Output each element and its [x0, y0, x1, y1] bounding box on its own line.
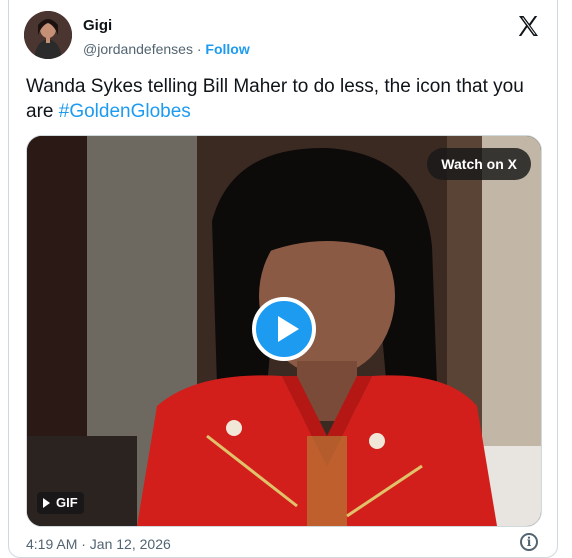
x-logo-icon[interactable]: [516, 14, 540, 38]
follow-button[interactable]: Follow: [205, 41, 249, 57]
tweet-text: Wanda Sykes telling Bill Maher to do les…: [26, 74, 536, 124]
author-handle[interactable]: @jordandefenses: [83, 41, 193, 57]
avatar-image: [24, 11, 72, 59]
tweet-card: Gigi @jordandefenses · Follow Wanda Syke…: [8, 0, 558, 558]
watch-on-x-button[interactable]: Watch on X: [427, 148, 531, 180]
gif-label: GIF: [56, 495, 78, 510]
gif-badge[interactable]: GIF: [37, 492, 84, 514]
play-small-icon: [43, 497, 50, 508]
hashtag-link[interactable]: #GoldenGlobes: [59, 101, 191, 122]
play-icon: [278, 316, 299, 342]
play-button[interactable]: [252, 297, 316, 361]
handle-row: @jordandefenses · Follow: [83, 41, 250, 57]
timestamp[interactable]: 4:19 AM · Jan 12, 2026: [26, 536, 171, 552]
separator-dot: ·: [196, 41, 202, 57]
author-name[interactable]: Gigi: [83, 17, 112, 34]
media-gif[interactable]: Watch on X GIF: [26, 135, 542, 527]
avatar[interactable]: [24, 11, 72, 59]
info-icon[interactable]: i: [520, 533, 538, 551]
